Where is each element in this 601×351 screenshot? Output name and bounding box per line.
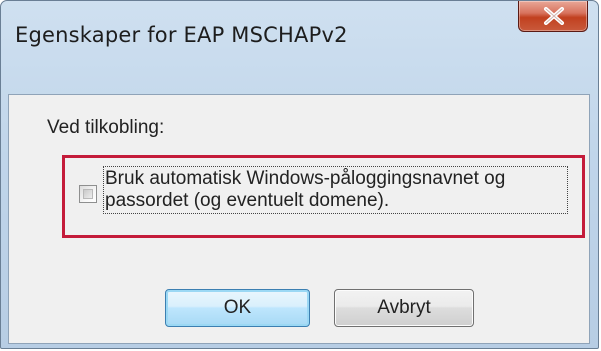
close-button[interactable] (518, 1, 588, 32)
connect-label: Ved tilkobling: (47, 117, 165, 138)
title-bar: Egenskaper for EAP MSCHAPv2 (1, 1, 598, 91)
dialog-window: Egenskaper for EAP MSCHAPv2 Ved tilkobli… (0, 0, 599, 349)
ok-button[interactable]: OK (165, 289, 310, 327)
dialog-body: Ved tilkobling: Bruk automatisk Windows-… (8, 94, 590, 344)
auto-logon-checkbox[interactable] (79, 185, 97, 203)
close-x-icon (544, 7, 564, 25)
dialog-title: Egenskaper for EAP MSCHAPv2 (15, 23, 348, 47)
cancel-button[interactable]: Avbryt (334, 289, 474, 327)
highlight-box: Bruk automatisk Windows-påloggingsnavnet… (62, 155, 585, 238)
auto-logon-label[interactable]: Bruk automatisk Windows-påloggingsnavnet… (105, 168, 575, 212)
